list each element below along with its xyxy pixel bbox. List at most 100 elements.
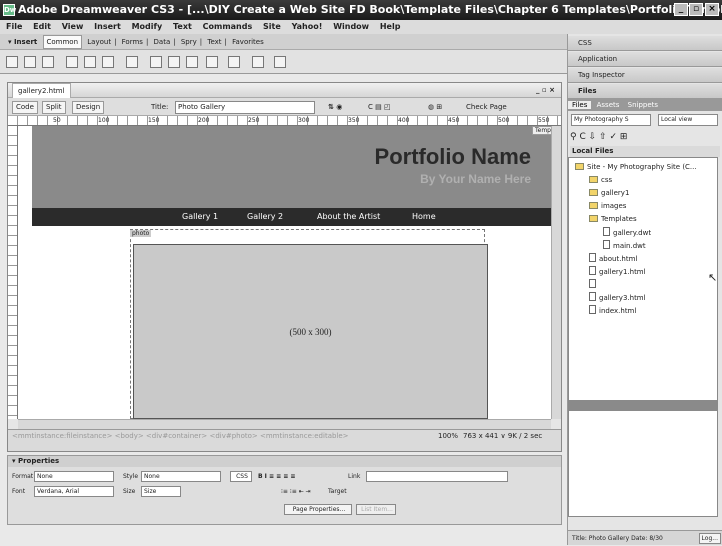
menu-insert[interactable]: Insert (94, 22, 121, 31)
table-icon[interactable] (66, 56, 78, 68)
nav-link-home[interactable]: Home (412, 208, 436, 226)
script-icon[interactable] (252, 56, 264, 68)
page-properties-button[interactable]: Page Properties... (284, 504, 352, 515)
split-view-button[interactable]: Split (42, 101, 66, 114)
files-panel-header[interactable]: Files (568, 84, 722, 99)
file-item[interactable]: main.dwt (603, 240, 646, 252)
layer-icon[interactable] (102, 56, 114, 68)
hyperlink-icon[interactable] (6, 56, 18, 68)
preview-browser-icon[interactable]: ◍ ⊞ (428, 98, 442, 116)
image-icon[interactable] (126, 56, 138, 68)
format-select[interactable]: None (34, 471, 114, 482)
get-files-icon[interactable]: ⇩ (589, 132, 597, 142)
tab-forms[interactable]: Forms (119, 34, 146, 50)
css-panel-header[interactable]: CSS (568, 36, 722, 51)
menu-yahoo[interactable]: Yahoo! (292, 22, 323, 31)
tab-layout[interactable]: Layout (84, 34, 114, 50)
div-icon[interactable] (84, 56, 96, 68)
refresh-icon[interactable]: C ▤ ◰ (368, 98, 391, 116)
menu-site[interactable]: Site (263, 22, 281, 31)
folder-item[interactable]: css (589, 175, 612, 186)
tab-data[interactable]: Data (151, 34, 174, 50)
code-view-button[interactable]: Code (12, 101, 38, 114)
tag-selector[interactable]: <mmtinstance:fileinstance> <body> <div#c… (12, 430, 349, 442)
size-select[interactable]: Size (141, 486, 181, 497)
nav-link-gallery-1[interactable]: Gallery 1 (182, 208, 218, 226)
close-button[interactable]: × (705, 3, 719, 16)
document-close-icon[interactable]: _ ▫ × (536, 83, 555, 98)
expand-icon[interactable]: ⊞ (620, 132, 628, 142)
menu-file[interactable]: File (6, 22, 22, 31)
check-page-button[interactable]: Check Page (466, 98, 507, 116)
email-link-icon[interactable] (24, 56, 36, 68)
menu-view[interactable]: View (62, 22, 84, 31)
font-select[interactable]: Verdana, Arial (34, 486, 114, 497)
menu-window[interactable]: Window (333, 22, 369, 31)
nav-link-gallery-2[interactable]: Gallery 2 (247, 208, 283, 226)
minimize-button[interactable]: _ (674, 3, 688, 16)
tab-favorites[interactable]: Favorites (229, 34, 267, 50)
comment-icon[interactable] (206, 56, 218, 68)
nav-link-about[interactable]: About the Artist (317, 208, 380, 226)
folder-item[interactable]: Site - My Photography Site (C... (575, 162, 697, 173)
design-canvas[interactable]: Portfolio Name By Your Name Here Temp Ga… (18, 126, 551, 419)
view-select[interactable]: Local view (658, 114, 718, 126)
folder-item[interactable]: gallery1 (589, 188, 629, 199)
file-item[interactable]: gallery.dwt (603, 227, 651, 239)
file-item[interactable]: index.html (589, 305, 636, 317)
photo-placeholder[interactable]: (500 x 300) (133, 244, 488, 419)
file-item[interactable]: gallery1.html (589, 266, 646, 278)
date-icon[interactable] (168, 56, 180, 68)
log-button[interactable]: Log... (698, 533, 721, 544)
folder-item[interactable]: Templates (589, 214, 637, 225)
files-tab[interactable]: Files (568, 101, 592, 109)
head-icon[interactable] (228, 56, 240, 68)
style-select[interactable]: None (141, 471, 221, 482)
menu-modify[interactable]: Modify (132, 22, 163, 31)
zoom-level[interactable]: 100% (438, 430, 458, 442)
insert-bar-title[interactable]: ▾ Insert (0, 34, 40, 50)
site-select[interactable]: My Photography S (571, 114, 651, 126)
menu-help[interactable]: Help (380, 22, 401, 31)
file-item[interactable]: about.html (589, 253, 637, 265)
refresh-icon[interactable]: C (579, 132, 585, 142)
list-item-button[interactable]: List Item... (356, 504, 396, 515)
menu-commands[interactable]: Commands (203, 22, 253, 31)
templates-icon[interactable] (274, 56, 286, 68)
window-size[interactable]: 763 x 441 ∨ 9K / 2 sec (463, 430, 542, 442)
check-out-icon[interactable]: ✓ (609, 132, 617, 142)
tree-item-label: main.dwt (613, 242, 646, 250)
menu-text[interactable]: Text (173, 22, 192, 31)
tag-inspector-panel-header[interactable]: Tag Inspector (568, 68, 722, 83)
file-item[interactable]: gallery3.html (589, 292, 646, 304)
restore-button[interactable]: ▫ (689, 3, 703, 16)
file-management-icon[interactable]: ⇅ ◉ (328, 98, 342, 116)
tab-spry[interactable]: Spry (178, 34, 200, 50)
connect-icon[interactable]: ⚲ (570, 132, 577, 142)
link-input[interactable] (366, 471, 508, 482)
snippets-tab[interactable]: Snippets (625, 101, 661, 109)
horizontal-scrollbar[interactable] (18, 419, 551, 429)
file-item[interactable]: gallery2.html (589, 279, 646, 291)
folder-item[interactable]: images (589, 201, 626, 212)
document-tab[interactable]: gallery2.html (12, 83, 71, 99)
assets-tab[interactable]: Assets (594, 101, 623, 109)
named-anchor-icon[interactable] (42, 56, 54, 68)
page-title-input[interactable]: Photo Gallery (175, 101, 315, 114)
menu-edit[interactable]: Edit (33, 22, 51, 31)
ruler-tick: 450 (448, 117, 460, 124)
list-icons[interactable]: ⁝≡ ⁝≡ ⇤ ⇥ (281, 486, 311, 497)
css-button[interactable]: CSS (230, 471, 252, 482)
design-view-button[interactable]: Design (72, 101, 105, 114)
media-icon[interactable] (150, 56, 162, 68)
tree-item-label: gallery1 (601, 189, 630, 197)
file-info: Title: Photo Gallery Date: 8/30 (572, 535, 663, 542)
tab-text[interactable]: Text (204, 34, 224, 50)
put-files-icon[interactable]: ⇧ (599, 132, 607, 142)
tab-common[interactable]: Common (42, 35, 83, 49)
application-panel-header[interactable]: Application (568, 52, 722, 67)
properties-header[interactable]: ▾ Properties (8, 456, 561, 467)
vertical-scrollbar[interactable] (551, 126, 561, 419)
text-format-icons[interactable]: B I ≡ ≡ ≡ ≡ (258, 471, 295, 482)
server-side-include-icon[interactable] (186, 56, 198, 68)
